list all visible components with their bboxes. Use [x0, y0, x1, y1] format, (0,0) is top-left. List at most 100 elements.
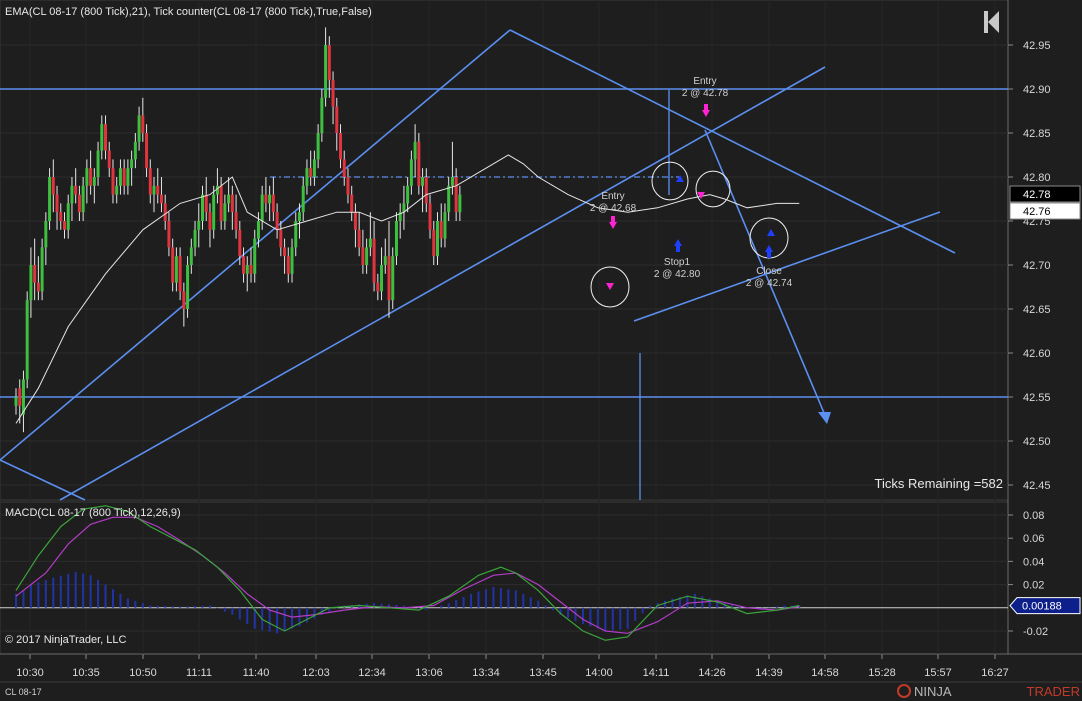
candle-body: [81, 185, 85, 213]
copyright-text: © 2017 NinjaTrader, LLC: [5, 634, 126, 646]
candle-body: [279, 229, 283, 248]
candle-body: [421, 177, 425, 186]
candle-body: [327, 45, 331, 81]
candle-body: [290, 247, 294, 274]
time-tick-label: 15:57: [924, 667, 952, 679]
time-tick-label: 15:28: [868, 667, 896, 679]
time-tick-label: 14:26: [698, 667, 726, 679]
candle-body: [380, 265, 384, 292]
candle-body: [62, 221, 66, 230]
candle-body: [66, 203, 70, 230]
candle-body: [447, 185, 451, 213]
candle-body: [145, 133, 149, 169]
candle-body: [51, 177, 55, 195]
candle-body: [417, 141, 421, 186]
candle-body: [111, 168, 115, 195]
candle-body: [238, 229, 242, 257]
candle-body: [25, 300, 29, 380]
candle-body: [14, 397, 18, 406]
time-tick-label: 12:34: [358, 667, 386, 679]
candle-body: [137, 115, 141, 142]
candle-body: [316, 133, 320, 160]
candle-body: [361, 247, 365, 265]
price-tick-label: 42.95: [1023, 40, 1051, 52]
sell-arrow-stem-2: [611, 216, 615, 222]
candle-body: [450, 177, 454, 186]
time-tick-label: 14:39: [755, 667, 783, 679]
entry-label-2: Entry: [601, 191, 624, 202]
candle-body: [126, 168, 130, 186]
candle-body: [406, 185, 410, 204]
candle-body: [118, 168, 122, 186]
candle-body: [353, 212, 357, 230]
svg-text:42.78: 42.78: [1023, 189, 1051, 201]
candle-body: [77, 194, 81, 213]
candle-body: [286, 256, 290, 274]
candle-body: [133, 141, 137, 160]
candle-body: [357, 229, 361, 248]
candle-body: [227, 194, 231, 204]
price-tick-label: 42.60: [1023, 348, 1051, 360]
candle-body: [33, 265, 37, 283]
candle-body: [167, 221, 171, 248]
time-tick-label: 10:50: [129, 667, 157, 679]
candle-body: [55, 194, 59, 213]
stop-value: 2 @ 42.80: [654, 269, 701, 280]
candle-body: [100, 124, 104, 151]
price-tick-label: 42.65: [1023, 304, 1051, 316]
candle-body: [339, 133, 343, 160]
candle-body: [242, 256, 246, 274]
candle-body: [297, 212, 301, 221]
time-tick-label: 13:34: [472, 667, 500, 679]
close-label: Close: [756, 266, 782, 277]
entry-label-1: Entry: [693, 76, 716, 87]
ask-price-label: 42.76: [1009, 202, 1081, 220]
time-tick-label: 11:40: [243, 667, 270, 679]
candle-body: [219, 185, 223, 221]
candle-body: [432, 229, 436, 257]
candle-body: [96, 150, 100, 177]
candle-body: [92, 177, 96, 186]
candle-body: [245, 265, 249, 274]
candle-body: [268, 194, 272, 204]
candle-body: [249, 265, 253, 274]
time-tick-label: 14:11: [643, 667, 670, 679]
candle-body: [435, 221, 439, 257]
instrument-tab[interactable]: CL 08-17: [5, 687, 42, 697]
candle-body: [264, 194, 268, 204]
candle-body: [271, 194, 275, 213]
price-tick-label: 42.70: [1023, 260, 1051, 272]
macd-tick-label: -0.02: [1023, 626, 1048, 638]
price-tick-label: 42.50: [1023, 436, 1051, 448]
candle-body: [368, 238, 372, 248]
candle-body: [29, 265, 33, 301]
candle-body: [376, 282, 380, 292]
brand-left: NINJA: [914, 684, 952, 699]
macd-title: MACD(CL 08-17 (800 Tick),12,26,9): [5, 507, 181, 519]
brand-right: TRADER: [1027, 684, 1080, 699]
svg-text:0.00188: 0.00188: [1022, 601, 1062, 613]
price-chart[interactable]: 42.9542.9042.8542.8042.7542.7042.6542.60…: [0, 0, 1082, 701]
candle-body: [413, 141, 417, 160]
candle-body: [74, 185, 78, 195]
buy-arrow-stem-1: [676, 246, 680, 252]
candle-body: [454, 177, 458, 213]
candle-body: [104, 124, 108, 151]
time-tick-label: 10:30: [16, 667, 44, 679]
stop-label: Stop1: [664, 257, 691, 268]
sell-arrow-stem-1: [704, 104, 708, 110]
candle-body: [193, 229, 197, 248]
candle-body: [260, 194, 264, 221]
candle-body: [215, 185, 219, 195]
candle-body: [48, 177, 52, 221]
candle-body: [156, 185, 160, 195]
candle-body: [342, 159, 346, 177]
time-tick-label: 11:11: [186, 667, 212, 679]
candle-body: [234, 212, 238, 230]
time-tick-label: 13:06: [415, 667, 443, 679]
candle-body: [428, 203, 432, 230]
candle-body: [189, 247, 193, 265]
svg-text:42.76: 42.76: [1023, 206, 1051, 218]
candle-body: [230, 194, 234, 213]
candle-body: [223, 203, 227, 221]
